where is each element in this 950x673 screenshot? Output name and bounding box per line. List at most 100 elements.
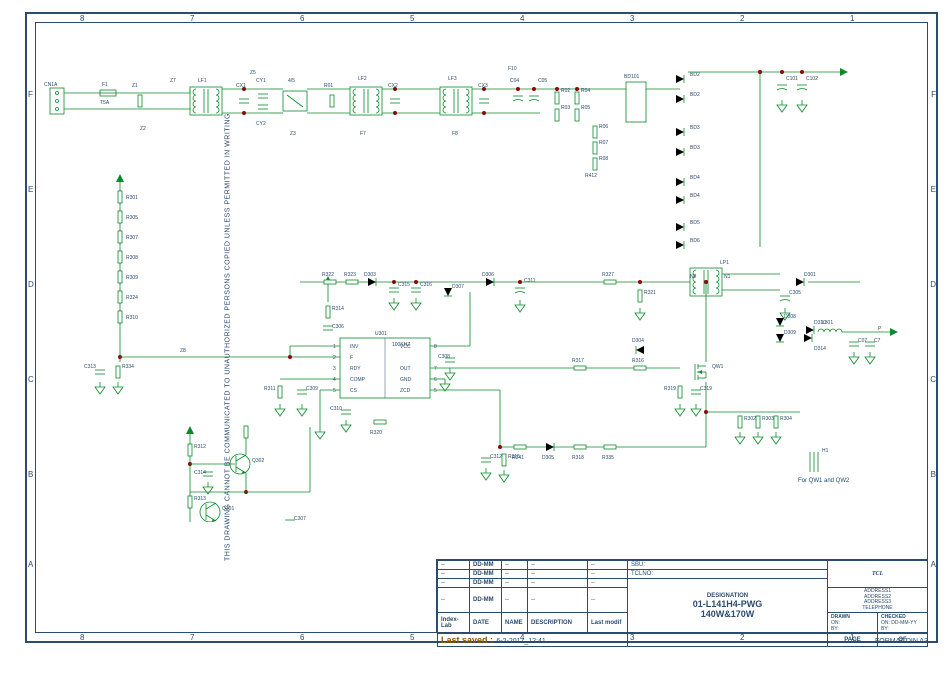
svg-text:QW1: QW1 <box>712 364 724 370</box>
svg-text:C310: C310 <box>330 406 342 412</box>
svg-text:R334: R334 <box>122 364 134 370</box>
svg-text:5: 5 <box>434 388 437 394</box>
svg-text:R320: R320 <box>370 430 382 436</box>
svg-text:Z2: Z2 <box>140 126 146 132</box>
svg-text:Z1: Z1 <box>132 83 138 89</box>
svg-text:CY2: CY2 <box>256 121 266 127</box>
svg-text:BD5: BD5 <box>690 220 700 226</box>
switch-section: QW1 R319 C319 R302 R303 R304 R341 D305 R… <box>481 280 800 482</box>
svg-text:C7: C7 <box>874 338 881 344</box>
heatsink-note: H1 For QW1 and QW2 <box>798 448 850 484</box>
svg-text:F: F <box>350 355 353 361</box>
svg-text:BD4: BD4 <box>690 193 700 199</box>
svg-text:F10: F10 <box>508 66 517 72</box>
svg-text:R05: R05 <box>581 105 590 111</box>
svg-text:R317: R317 <box>572 358 584 364</box>
svg-text:C308: C308 <box>438 354 450 360</box>
svg-text:R303: R303 <box>762 416 774 422</box>
svg-text:N1: N1 <box>724 274 731 280</box>
svg-text:BD6: BD6 <box>690 238 700 244</box>
svg-text:R307: R307 <box>126 235 138 241</box>
svg-text:R312: R312 <box>194 444 206 450</box>
svg-text:5: 5 <box>333 388 336 394</box>
svg-text:R318: R318 <box>572 455 584 461</box>
svg-text:L301: L301 <box>822 320 833 326</box>
svg-text:6: 6 <box>434 377 437 383</box>
svg-text:For QW1 and QW2: For QW1 and QW2 <box>798 478 850 484</box>
svg-text:R04: R04 <box>581 88 590 94</box>
svg-text:R327: R327 <box>602 272 614 278</box>
svg-text:CN1A: CN1A <box>44 82 58 88</box>
svg-text:BD3: BD3 <box>690 145 700 151</box>
svg-text:R322: R322 <box>322 272 334 278</box>
schematic-sheet: THIS DRAWING CANNOT BE COMMUNICATED TO U… <box>0 0 950 673</box>
svg-text:D309: D309 <box>784 330 796 336</box>
svg-text:C306: C306 <box>332 324 344 330</box>
svg-text:H1: H1 <box>822 448 829 454</box>
svg-text:D306: D306 <box>482 272 494 278</box>
svg-text:INV: INV <box>350 344 359 350</box>
relay-driver: R312 C314 Q302 R313 Q301 C307 <box>186 426 310 522</box>
svg-text:R316: R316 <box>632 358 644 364</box>
svg-text:VCC: VCC <box>400 344 411 350</box>
svg-text:BD2: BD2 <box>690 92 700 98</box>
svg-text:4: 4 <box>333 377 336 383</box>
svg-text:LF3: LF3 <box>448 76 457 82</box>
svg-text:R324: R324 <box>126 295 138 301</box>
svg-text:R321: R321 <box>644 290 656 296</box>
svg-text:N2: N2 <box>690 274 697 280</box>
svg-text:F7: F7 <box>360 131 366 137</box>
last-saved-label: Last saved : <box>441 635 493 645</box>
svg-text:R305: R305 <box>126 215 138 221</box>
svg-text:D305: D305 <box>542 455 554 461</box>
svg-text:R01: R01 <box>324 83 333 89</box>
svg-text:C04: C04 <box>510 78 519 84</box>
svg-text:2: 2 <box>333 355 336 361</box>
svg-text:R309: R309 <box>126 275 138 281</box>
svg-text:C311: C311 <box>524 278 536 284</box>
svg-text:LF2: LF2 <box>358 76 367 82</box>
brand-logo: TCL <box>828 561 928 588</box>
title-block: --DD-MM ------ SBU: TCL --DD-MM ------ T… <box>436 559 928 633</box>
svg-text:R08: R08 <box>599 156 608 162</box>
svg-text:LP1: LP1 <box>720 260 729 266</box>
svg-text:BD101: BD101 <box>624 74 640 80</box>
input-section: CN1A F1 T5A Z1 Z7 Z2 LF1 CX1 CY1 CY2 <box>44 66 848 249</box>
svg-text:CY1: CY1 <box>256 78 266 84</box>
svg-text:R313: R313 <box>194 496 206 502</box>
svg-text:ZCD: ZCD <box>400 388 411 394</box>
svg-text:Q302: Q302 <box>252 458 264 464</box>
svg-text:C101: C101 <box>786 76 798 82</box>
svg-text:Z8: Z8 <box>180 348 186 354</box>
svg-text:C07: C07 <box>858 338 867 344</box>
svg-text:R02: R02 <box>561 88 570 94</box>
svg-text:R308: R308 <box>126 255 138 261</box>
svg-text:BD3: BD3 <box>690 125 700 131</box>
svg-text:BD2: BD2 <box>690 72 700 78</box>
svg-text:R335: R335 <box>602 455 614 461</box>
svg-text:8: 8 <box>434 344 437 350</box>
svg-text:1: 1 <box>333 344 336 350</box>
svg-text:3: 3 <box>333 366 336 372</box>
svg-text:C307: C307 <box>294 516 306 522</box>
svg-text:Z3: Z3 <box>290 131 296 137</box>
svg-text:R07: R07 <box>599 140 608 146</box>
svg-text:GND: GND <box>400 377 412 383</box>
svg-text:C315: C315 <box>398 282 410 288</box>
svg-text:T5A: T5A <box>100 100 110 106</box>
svg-text:C102: C102 <box>806 76 818 82</box>
svg-text:R323: R323 <box>344 272 356 278</box>
svg-text:R310: R310 <box>126 315 138 321</box>
svg-text:OUT: OUT <box>400 366 411 372</box>
svg-text:Z5: Z5 <box>250 70 256 76</box>
svg-text:Z7: Z7 <box>170 78 176 84</box>
svg-text:R304: R304 <box>780 416 792 422</box>
svg-text:RDY: RDY <box>350 366 361 372</box>
svg-text:Q301: Q301 <box>222 506 234 512</box>
svg-text:R06: R06 <box>599 124 608 130</box>
svg-text:BD4: BD4 <box>690 175 700 181</box>
svg-text:D301: D301 <box>804 272 816 278</box>
svg-text:D307: D307 <box>452 284 464 290</box>
svg-text:C312: C312 <box>490 454 502 460</box>
divider-chain: R301 R305 R307 R308 R309 R324 R310 <box>116 174 138 362</box>
